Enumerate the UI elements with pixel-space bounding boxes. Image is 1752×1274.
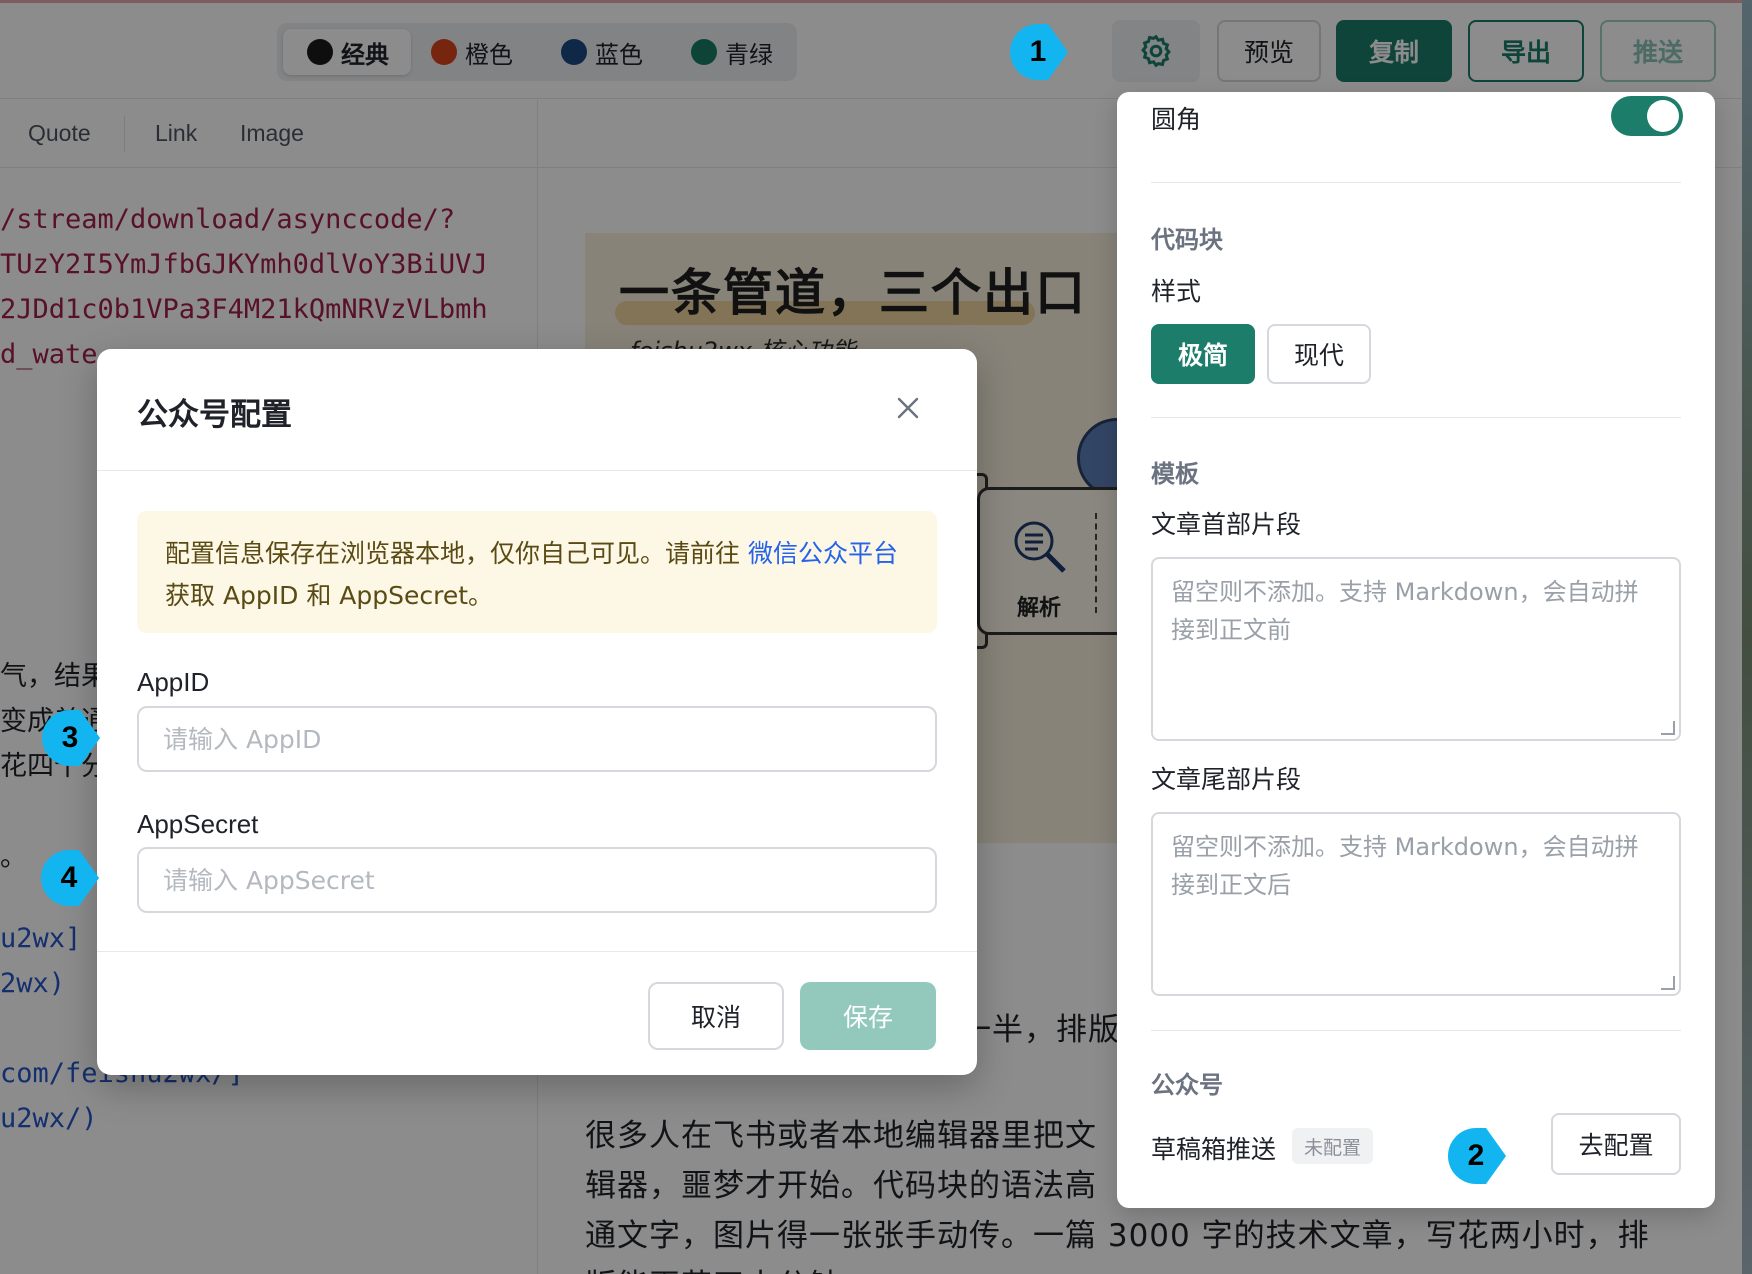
- appid-input[interactable]: [137, 706, 937, 772]
- step-marker-2: 2: [1448, 1128, 1532, 1184]
- dialog-divider: [97, 470, 977, 471]
- step-marker-4: 4: [41, 850, 125, 906]
- textarea-placeholder: 留空则不添加。支持 Markdown，会自动拼接到正文前: [1171, 578, 1639, 644]
- step-marker-3: 3: [42, 710, 126, 766]
- resize-handle-icon[interactable]: [1661, 721, 1675, 735]
- settings-panel: 圆角 代码块 样式 极简 现代 模板 文章首部片段 留空则不添加。支持 Mark…: [1117, 92, 1715, 1208]
- style-option-modern[interactable]: 现代: [1267, 324, 1371, 384]
- close-icon: [897, 397, 919, 419]
- panel-divider: [1151, 182, 1681, 183]
- cancel-button[interactable]: 取消: [648, 982, 784, 1050]
- footer-snippet-label: 文章尾部片段: [1151, 765, 1302, 794]
- wechat-config-dialog: 公众号配置 配置信息保存在浏览器本地，仅你自己可见。请前往 微信公众平台 获取 …: [97, 349, 977, 1075]
- step-marker-1: 1: [1010, 24, 1094, 80]
- panel-divider: [1151, 417, 1681, 418]
- appsecret-input[interactable]: [137, 847, 937, 913]
- notice-text: 配置信息保存在浏览器本地，仅你自己可见。请前往: [165, 539, 748, 568]
- status-badge: 未配置: [1292, 1128, 1374, 1164]
- header-snippet-textarea[interactable]: 留空则不添加。支持 Markdown，会自动拼接到正文前: [1151, 557, 1681, 741]
- save-button[interactable]: 保存: [800, 982, 936, 1050]
- textarea-placeholder: 留空则不添加。支持 Markdown，会自动拼接到正文后: [1171, 833, 1639, 899]
- style-label: 样式: [1151, 277, 1202, 306]
- header-snippet-label: 文章首部片段: [1151, 510, 1302, 539]
- dialog-title: 公众号配置: [137, 397, 292, 433]
- footer-snippet-textarea[interactable]: 留空则不添加。支持 Markdown，会自动拼接到正文后: [1151, 812, 1681, 996]
- marker-number: 3: [61, 721, 79, 754]
- appsecret-label: AppSecret: [137, 809, 259, 839]
- code-block-section-title: 代码块: [1151, 226, 1223, 254]
- close-button[interactable]: [891, 391, 925, 425]
- toggle-knob: [1647, 100, 1679, 132]
- configure-button[interactable]: 去配置: [1551, 1113, 1681, 1175]
- dialog-divider: [97, 951, 977, 952]
- rounded-corner-toggle[interactable]: [1611, 96, 1683, 136]
- template-section-title: 模板: [1151, 460, 1199, 488]
- wechat-platform-link[interactable]: 微信公众平台: [748, 539, 898, 568]
- appid-label: AppID: [137, 667, 210, 697]
- style-option-minimal[interactable]: 极简: [1151, 324, 1255, 384]
- account-section-title: 公众号: [1151, 1071, 1223, 1099]
- panel-divider: [1151, 1030, 1681, 1031]
- marker-number: 1: [1029, 35, 1047, 68]
- rounded-corner-label: 圆角: [1151, 105, 1202, 134]
- notice-suffix: 获取 AppID 和 AppSecret。: [165, 581, 494, 610]
- draft-push-label: 草稿箱推送: [1151, 1135, 1277, 1164]
- marker-number: 2: [1467, 1139, 1485, 1172]
- marker-number: 4: [60, 861, 78, 894]
- resize-handle-icon[interactable]: [1661, 976, 1675, 990]
- info-notice: 配置信息保存在浏览器本地，仅你自己可见。请前往 微信公众平台 获取 AppID …: [137, 511, 937, 633]
